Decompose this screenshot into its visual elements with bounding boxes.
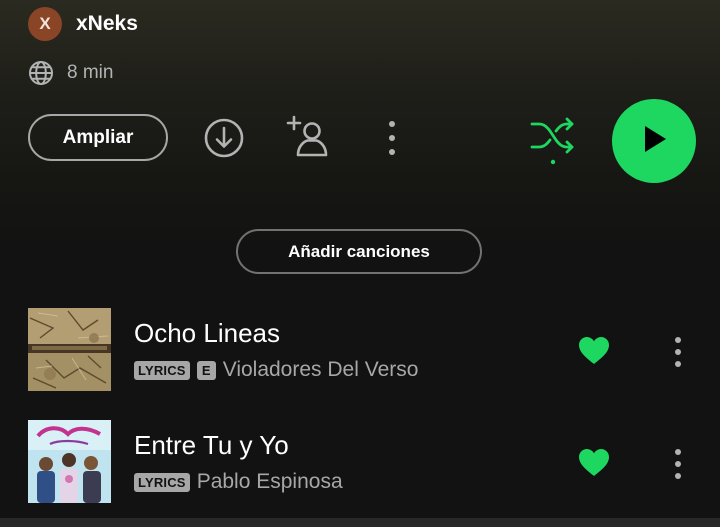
- track-row[interactable]: Ocho Lineas LYRICS E Violadores Del Vers…: [28, 308, 720, 392]
- add-user-icon: [285, 114, 331, 160]
- play-icon: [639, 124, 669, 159]
- avatar[interactable]: X: [28, 7, 62, 41]
- more-vertical-icon: [668, 334, 688, 370]
- album-cover-image: [28, 308, 111, 391]
- track-artist: Pablo Espinosa: [196, 470, 343, 493]
- track-more-button[interactable]: [668, 334, 688, 370]
- more-vertical-icon: [668, 446, 688, 482]
- explicit-badge: E: [196, 360, 216, 380]
- add-user-button[interactable]: [284, 113, 332, 161]
- heart-icon: [578, 336, 610, 366]
- download-icon: [203, 117, 245, 159]
- track-title: Ocho Lineas: [134, 318, 280, 348]
- shuffle-button[interactable]: [526, 114, 580, 168]
- like-button[interactable]: [578, 448, 610, 478]
- playlist-duration: 8 min: [67, 62, 114, 83]
- playlist-owner[interactable]: X xNeks: [28, 6, 138, 42]
- shuffle-icon: [526, 114, 580, 168]
- playlist-meta: 8 min: [28, 59, 113, 87]
- bottom-bar: [0, 518, 720, 527]
- track-subtitle: LYRICS Pablo Espinosa: [134, 470, 343, 494]
- track-row[interactable]: Entre Tu y Yo LYRICS Pablo Espinosa: [28, 420, 720, 504]
- globe-icon: [28, 60, 54, 86]
- download-button[interactable]: [202, 116, 246, 160]
- track-more-button[interactable]: [668, 446, 688, 482]
- play-button[interactable]: [612, 99, 696, 183]
- track-artist: Violadores Del Verso: [222, 358, 419, 381]
- add-songs-button[interactable]: Añadir canciones: [236, 229, 482, 274]
- lyrics-badge: LYRICS: [134, 472, 190, 492]
- album-cover-image: [28, 420, 111, 503]
- ampliar-button[interactable]: Ampliar: [28, 114, 168, 161]
- more-vertical-icon: [388, 120, 396, 156]
- heart-icon: [578, 448, 610, 478]
- track-subtitle: LYRICS E Violadores Del Verso: [134, 358, 418, 382]
- more-options-button[interactable]: [378, 116, 406, 160]
- lyrics-badge: LYRICS: [134, 360, 190, 380]
- track-title: Entre Tu y Yo: [134, 430, 289, 460]
- owner-name[interactable]: xNeks: [76, 12, 138, 36]
- like-button[interactable]: [578, 336, 610, 366]
